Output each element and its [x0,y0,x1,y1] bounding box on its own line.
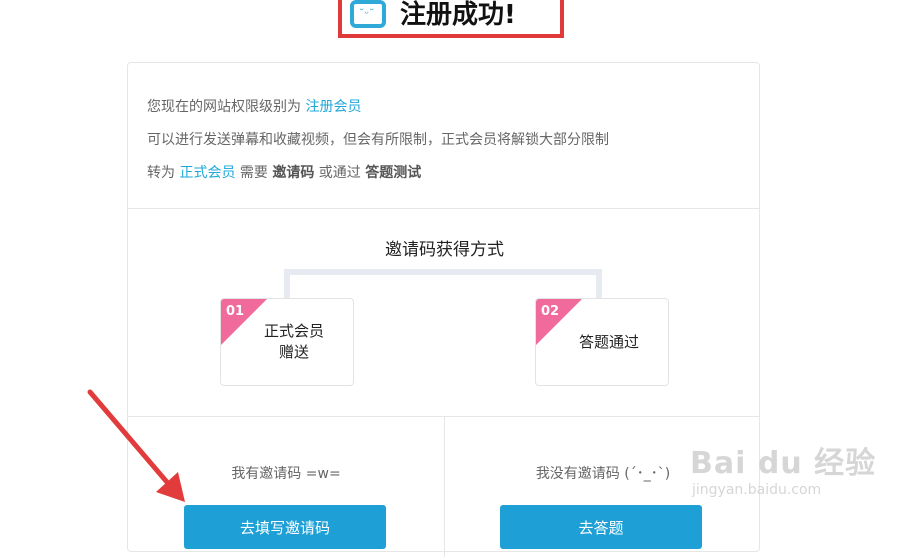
invite-code-text: 邀请码 [272,165,315,181]
method-label: 答题通过 [578,332,639,351]
methods-connector [284,269,602,299]
quiz-test-text: 答题测试 [365,165,422,181]
methods-title: 邀请码获得方式 [385,240,504,260]
info-line-level: 您现在的网站权限级别为 注册会员 [147,99,362,115]
baidu-jingyan-watermark: Bai du 经验 jingyan.baidu.com [690,446,877,499]
title-highlight-box: ˘ᵕ˘ 注册成功! [338,0,564,38]
official-member-link[interactable]: 正式会员 [179,165,235,181]
method-card-gift: 01 正式会员 赠送 [220,298,354,386]
info-line-limits: 可以进行发送弹幕和收藏视频，但会有所限制，正式会员将解锁大部分限制 [147,132,609,148]
tv-face-icon: ˘ᵕ˘ [350,0,386,28]
permission-info: 您现在的网站权限级别为 注册会员 可以进行发送弹幕和收藏视频，但会有所限制，正式… [147,91,747,190]
registered-member-link[interactable]: 注册会员 [305,99,361,115]
registration-card: 您现在的网站权限级别为 注册会员 可以进行发送弹幕和收藏视频，但会有所限制，正式… [127,62,760,557]
divider [128,208,759,209]
red-arrow-annotation [87,389,185,502]
take-quiz-button[interactable]: 去答题 [500,505,702,549]
method-label: 正式会员 赠送 [263,322,324,361]
page-title: 注册成功! [400,0,516,30]
enter-invite-code-button[interactable]: 去填写邀请码 [184,505,386,549]
info-line-upgrade: 转为 正式会员 需要 邀请码 或通过 答题测试 [147,165,422,181]
divider-vertical [444,417,445,557]
method-card-quiz: 02 答题通过 [535,298,669,386]
